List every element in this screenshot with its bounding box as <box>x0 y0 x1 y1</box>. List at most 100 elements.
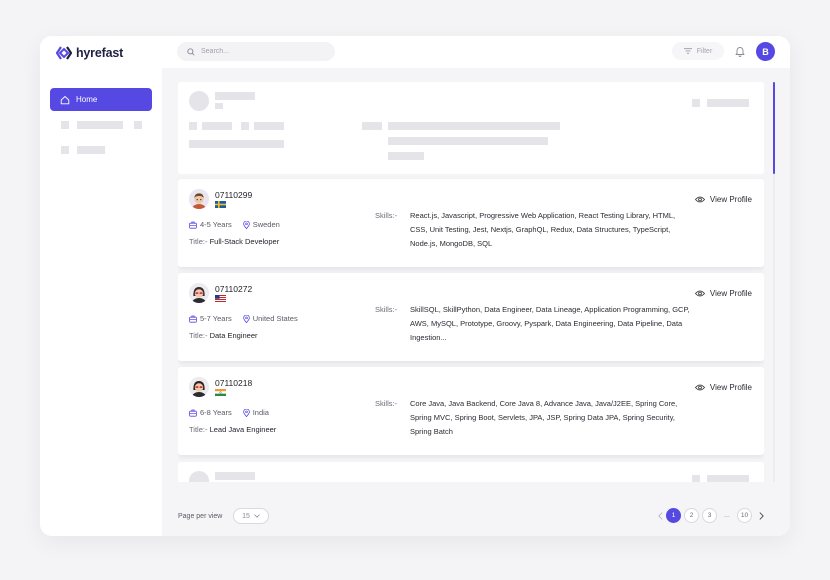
sidebar-skeleton <box>61 121 69 129</box>
filter-label: Filter <box>696 47 713 55</box>
skeleton-line <box>241 122 249 130</box>
skills-value: React.js, Javascript, Progressive Web Ap… <box>410 211 676 248</box>
skeleton-line <box>215 92 255 100</box>
candidate-card[interactable]: 07110272 5-7 Years United States Title:-… <box>178 273 764 361</box>
skeleton-line <box>388 122 560 130</box>
briefcase-icon <box>189 409 197 417</box>
sidebar-item-home[interactable]: Home <box>50 88 152 111</box>
skeleton-line <box>692 99 700 107</box>
per-page-select[interactable]: 15 <box>233 508 269 524</box>
skeleton-line <box>215 472 255 480</box>
candidate-meta: 6-8 Years India <box>189 408 269 417</box>
scrollbar-thumb[interactable] <box>773 82 775 174</box>
title-label: Title:- <box>189 425 208 434</box>
filter-icon <box>683 48 692 54</box>
candidate-id: 07110218 <box>215 378 253 388</box>
app-window: hyrefast Filter B <box>40 36 790 536</box>
view-profile-button[interactable]: View Profile <box>694 383 752 392</box>
location-value: India <box>252 408 269 417</box>
prev-page-button[interactable] <box>654 508 666 523</box>
title-value: Full-Stack Developer <box>209 237 280 246</box>
user-avatar[interactable]: B <box>756 42 775 61</box>
search-bar[interactable] <box>177 42 335 61</box>
skeleton-line <box>388 152 424 160</box>
eye-icon <box>694 290 705 297</box>
avatar-illustration-icon <box>189 377 209 397</box>
candidate-list: 07110299 4-5 Years Sweden Title:- Full-S… <box>178 82 764 482</box>
page-button-1[interactable]: 1 <box>666 508 681 523</box>
candidate-title: Title:- Data Engineer <box>189 331 258 340</box>
top-bar: hyrefast Filter B <box>40 36 790 68</box>
united-states-flag-icon <box>215 295 226 302</box>
location: India <box>242 408 269 417</box>
eye-icon <box>694 196 705 203</box>
sidebar-skeleton <box>77 146 105 154</box>
skills-label: Skills:- <box>375 211 398 220</box>
location-value: United States <box>252 314 298 323</box>
per-page-value: 15 <box>242 512 250 520</box>
view-profile-button[interactable]: View Profile <box>694 289 752 298</box>
location-pin-icon <box>242 314 250 323</box>
sidebar-skeleton <box>61 146 69 154</box>
skeleton-card <box>178 462 764 482</box>
location: United States <box>242 314 298 323</box>
skeleton-line <box>707 475 749 482</box>
pagination: 1 2 3 ... 10 <box>654 508 767 523</box>
experience-value: 5-7 Years <box>200 314 232 323</box>
skeleton-avatar <box>189 471 209 482</box>
skeleton-line <box>254 122 284 130</box>
brand-name: hyrefast <box>76 46 124 60</box>
location-value: Sweden <box>252 220 280 229</box>
skeleton-line <box>189 122 197 130</box>
candidate-avatar <box>189 377 209 397</box>
briefcase-icon <box>189 315 197 323</box>
view-profile-button[interactable]: View Profile <box>694 195 752 204</box>
candidate-card[interactable]: 07110218 6-8 Years India Title:- Lead Ja… <box>178 367 764 455</box>
location: Sweden <box>242 220 280 229</box>
location-pin-icon <box>242 408 250 417</box>
avatar-illustration-icon <box>189 283 209 303</box>
skills-value: Core Java, Java Backend, Core Java 8, Ad… <box>410 399 678 436</box>
page-button-2[interactable]: 2 <box>684 508 699 523</box>
skeleton-line <box>215 103 223 109</box>
candidate-meta: 5-7 Years United States <box>189 314 298 323</box>
view-profile-label: View Profile <box>709 195 752 204</box>
candidate-avatar <box>189 283 209 303</box>
skeleton-line <box>362 122 382 130</box>
chevron-left-icon <box>657 511 663 520</box>
skeleton-card <box>178 82 764 174</box>
view-profile-label: View Profile <box>709 289 752 298</box>
sidebar: Home <box>40 68 162 536</box>
main-content: 07110299 4-5 Years Sweden Title:- Full-S… <box>162 68 790 536</box>
list-footer: Page per view 15 1 2 3 ... 10 <box>178 508 778 528</box>
skeleton-line <box>189 140 284 148</box>
search-icon <box>187 47 195 56</box>
title-value: Data Engineer <box>209 331 258 340</box>
candidate-avatar <box>189 189 209 209</box>
skeleton-line <box>202 122 232 130</box>
title-label: Title:- <box>189 331 208 340</box>
candidate-meta: 4-5 Years Sweden <box>189 220 280 229</box>
sweden-flag-icon <box>215 201 226 208</box>
view-profile-label: View Profile <box>709 383 752 392</box>
title-label: Title:- <box>189 237 208 246</box>
page-button-3[interactable]: 3 <box>702 508 717 523</box>
page-ellipsis: ... <box>724 512 730 519</box>
filter-button[interactable]: Filter <box>672 42 724 60</box>
logo[interactable]: hyrefast <box>56 46 123 60</box>
skills-label: Skills:- <box>375 399 398 408</box>
candidate-id: 07110299 <box>215 190 253 200</box>
skeleton-line <box>692 475 700 482</box>
sidebar-item-label: Home <box>76 95 98 104</box>
candidate-card[interactable]: 07110299 4-5 Years Sweden Title:- Full-S… <box>178 179 764 267</box>
search-input[interactable] <box>201 48 321 55</box>
bell-icon[interactable] <box>734 45 746 57</box>
skeleton-avatar <box>189 91 209 111</box>
skills-label: Skills:- <box>375 305 398 314</box>
next-page-button[interactable] <box>755 508 767 523</box>
page-button-last[interactable]: 10 <box>737 508 752 523</box>
candidate-title: Title:- Full-Stack Developer <box>189 237 279 246</box>
skeleton-line <box>388 137 548 145</box>
candidate-id: 07110272 <box>215 284 253 294</box>
sidebar-skeleton <box>77 121 123 129</box>
